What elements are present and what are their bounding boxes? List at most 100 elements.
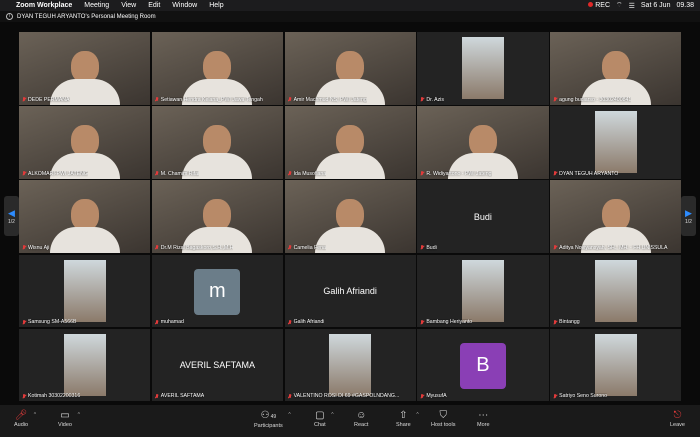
app-menus: Zoom Workplace Meeting View Edit Window … [16, 2, 224, 9]
participant-grid: DEDE PERMANA Setiawan Hendra Kelana_PWI J… [19, 32, 682, 402]
participant-tile[interactable]: Setiawan Hendra Kelana_PWI Jawa Tengah [151, 32, 283, 105]
participant-tile[interactable]: Aditya Noviyansyah, SH., MH. - FH UNISSU… [550, 180, 682, 253]
share-icon: ⇧ [399, 410, 408, 421]
participant-name-label: Setiawan Hendra Kelana_PWI Jawa Tengah [155, 97, 263, 103]
wifi-icon[interactable]: ⌔ [616, 1, 623, 10]
participant-display-name: AVERIL SAFTAMA [179, 360, 256, 371]
participant-tile[interactable]: Samsung SM-A566B [19, 254, 151, 328]
leave-button[interactable]: ⎋ Leave [670, 410, 685, 428]
participants-button[interactable]: ⚇49 Participants ^ [254, 410, 291, 429]
menu-help[interactable]: Help [209, 2, 223, 9]
host-tools-label: Host tools [431, 422, 456, 428]
react-label: React [354, 422, 369, 428]
participant-tile[interactable]: Dr. Azis [417, 32, 549, 105]
mic-muted-icon [553, 171, 557, 176]
participant-tile[interactable]: Bintangg [550, 254, 682, 328]
record-dot-icon [588, 2, 594, 7]
share-label: Share [396, 422, 411, 428]
react-icon: ☺ [356, 410, 367, 421]
participant-tile[interactable]: Bambang Heriyanto [417, 254, 549, 328]
menu-window[interactable]: Window [172, 2, 197, 9]
recording-indicator[interactable]: REC [588, 2, 610, 9]
mic-muted-icon [155, 319, 159, 325]
participant-tile[interactable]: R. Widiyartono - PWi Jateng [417, 106, 549, 179]
participant-name: Setiawan Hendra Kelana_PWI Jawa Tengah [160, 96, 263, 103]
chevron-right-icon: ▶ [685, 207, 692, 218]
chevron-up-icon[interactable]: ^ [288, 412, 290, 418]
participant-name-label: Wisnu Aji [22, 245, 49, 251]
participant-tile[interactable]: VALENTINO ROSI DI 69 #GASPOLNDANG... [284, 328, 416, 402]
chevron-up-icon[interactable]: ^ [78, 412, 80, 418]
participant-tile[interactable]: Kotimah 30302200316 [19, 328, 151, 402]
chevron-up-icon[interactable]: ^ [34, 412, 36, 418]
chat-button[interactable]: ▢ Chat ^ [314, 410, 334, 428]
next-page-button[interactable]: ▶ 1/2 [681, 196, 696, 236]
participant-tile[interactable]: B MyusufA [417, 328, 549, 402]
participant-tile[interactable]: Wisnu Aji [19, 180, 151, 253]
more-button[interactable]: ⋯ More [477, 410, 490, 428]
menu-zoom-workplace[interactable]: Zoom Workplace [16, 2, 72, 9]
participant-tile[interactable]: Ida Musofiana [284, 106, 416, 179]
participant-tile[interactable]: Dr.M Rizal Bagaskoro,S.H.,M.H [151, 180, 283, 253]
participant-tile[interactable]: DYAN TEGUH ARYANTO [550, 106, 682, 179]
video-button[interactable]: ▭ Video ^ [58, 410, 80, 428]
chevron-up-icon[interactable]: ^ [331, 412, 333, 418]
participants-label: Participants [254, 423, 283, 429]
camera-icon: ▭ [60, 410, 70, 421]
menu-view[interactable]: View [121, 2, 136, 9]
mic-muted-icon [420, 97, 424, 102]
leave-label: Leave [670, 422, 685, 428]
participant-tile[interactable]: ALKOMARI-PWI JATENG [19, 106, 151, 179]
avatar: B [459, 342, 506, 389]
menu-edit[interactable]: Edit [148, 2, 160, 9]
participant-name-label: MyusufA [420, 393, 447, 399]
participant-tile[interactable]: AVERIL SAFTAMA AVERIL SAFTAMA [151, 328, 283, 402]
participant-name: ALKOMARI-PWI JATENG [28, 170, 88, 177]
chevron-up-icon[interactable]: ^ [416, 412, 418, 418]
participant-name-label: muhamad [155, 319, 184, 325]
meeting-title: DYAN TEGUH ARYANTO's Personal Meeting Ro… [17, 13, 156, 20]
info-icon[interactable]: i [6, 13, 13, 20]
participant-name-label: Budi [420, 245, 437, 251]
share-button[interactable]: ⇧ Share ^ [396, 410, 419, 428]
participant-tile[interactable]: agung budiarso - 30302400841 [550, 32, 682, 105]
participant-video [49, 198, 120, 253]
mic-muted-icon [155, 97, 159, 102]
react-button[interactable]: ☺ React [354, 410, 368, 428]
participant-video [461, 259, 504, 322]
mic-muted-icon [22, 97, 26, 102]
participant-video [63, 259, 106, 322]
participant-display-name: Budi [473, 211, 492, 222]
control-center-icon[interactable]: ☰ [629, 2, 635, 10]
participants-count: 49 [270, 414, 277, 420]
mic-muted-icon [420, 245, 424, 250]
gallery-view: DEDE PERMANA Setiawan Hendra Kelana_PWI J… [0, 22, 700, 405]
mic-muted-icon [288, 171, 292, 176]
menu-meeting[interactable]: Meeting [84, 2, 109, 9]
host-tools-button[interactable]: ⛉ Host tools [431, 410, 455, 428]
participant-tile[interactable]: Satriyo Seno Surono [550, 328, 682, 402]
participant-tile[interactable]: Budi Budi [417, 180, 549, 253]
prev-page-button[interactable]: ◀ 1/2 [4, 196, 19, 236]
mic-muted-icon [22, 393, 26, 399]
participant-tile[interactable]: Galih Afriandi Galih Afriandi [284, 254, 416, 328]
participant-name: Camelia Fena [293, 244, 326, 251]
rec-label: REC [595, 2, 611, 9]
mic-muted-icon [288, 393, 292, 399]
participant-name: Dr. Azis [426, 96, 444, 103]
participant-name-label: Aditya Noviyansyah, SH., MH. - FH UNISSU… [553, 245, 668, 251]
participant-tile[interactable]: Amir Machmud NS, PWI Jateng [284, 32, 416, 105]
participant-tile[interactable]: Camelia Fena [284, 180, 416, 253]
participant-name: Ida Musofiana [293, 170, 327, 177]
participant-tile[interactable]: DEDE PERMANA [19, 32, 151, 105]
participant-video [63, 333, 106, 396]
participant-name-label: DYAN TEGUH ARYANTO [553, 171, 618, 177]
participant-name-label: AVERIL SAFTAMA [155, 393, 204, 399]
participant-tile[interactable]: M. Chamim Rifai [151, 106, 283, 179]
mic-muted-icon [155, 393, 159, 399]
participants-icon: ⚇49 [260, 410, 277, 421]
participant-tile[interactable]: m muhamad [151, 254, 283, 328]
participant-video [461, 37, 504, 99]
audio-button[interactable]: 🎤︎ Audio ^ [14, 410, 36, 428]
participant-display-name: Galih Afriandi [323, 285, 377, 296]
